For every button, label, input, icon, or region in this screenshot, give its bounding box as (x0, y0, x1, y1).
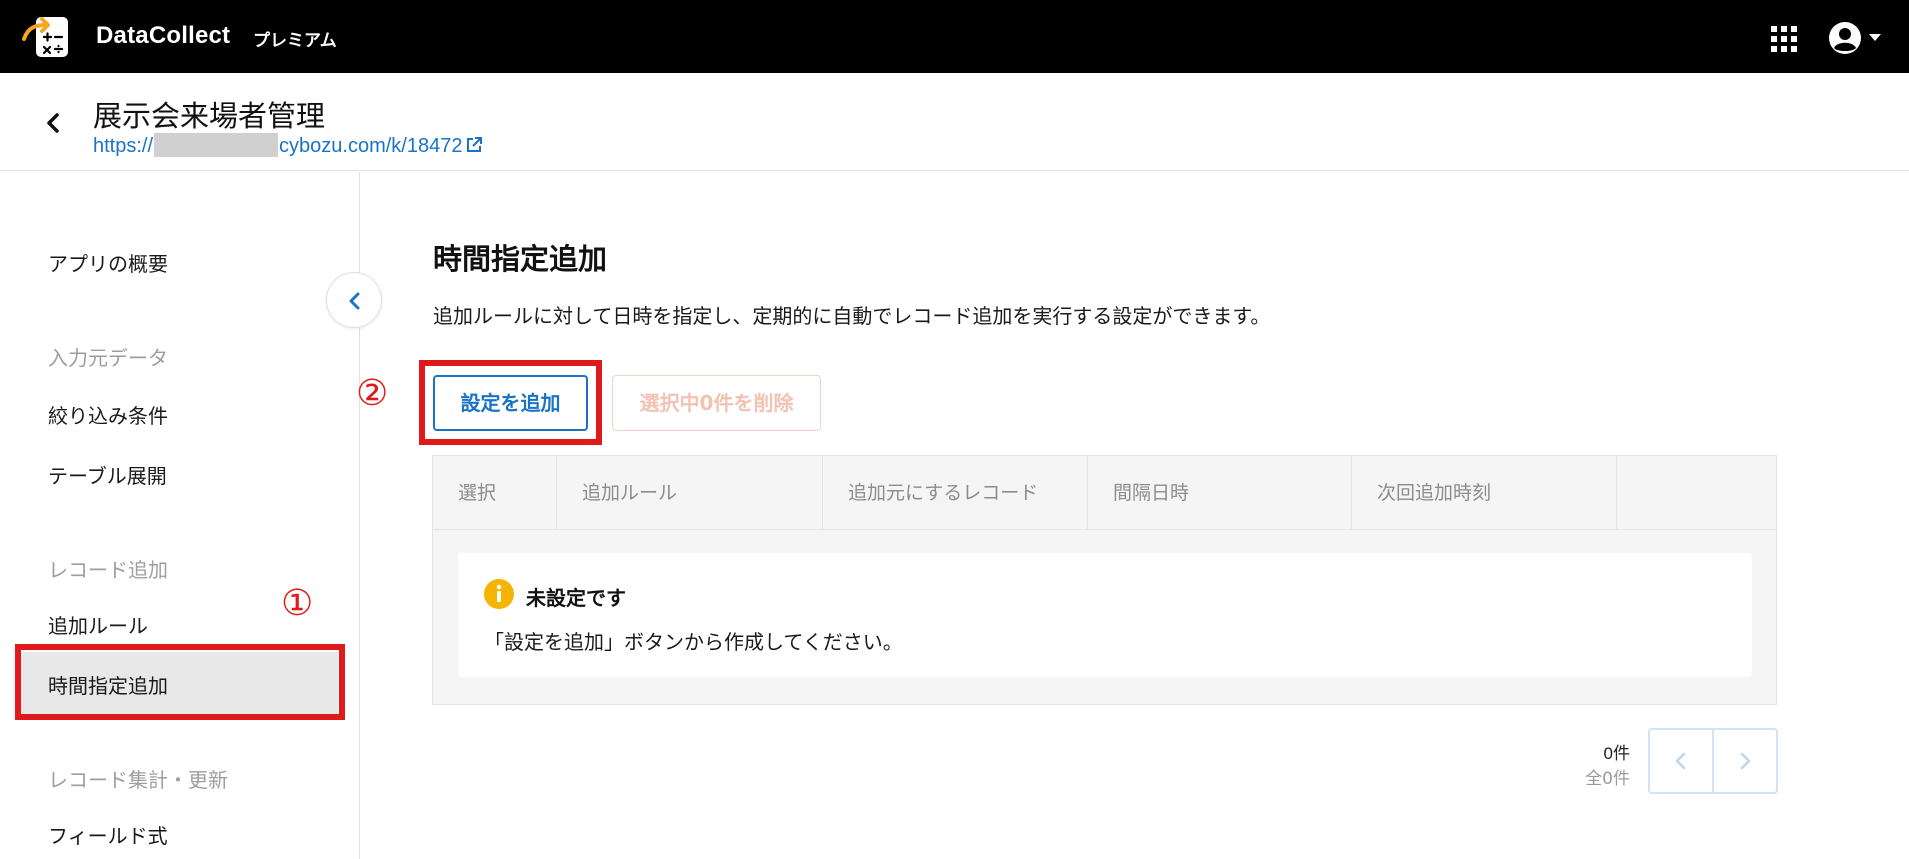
app-header: 展示会来場者管理 https:// cybozu.com/k/18472 (0, 73, 1909, 171)
empty-state: 未設定です 「設定を追加」ボタンから作成してください。 (458, 553, 1752, 677)
chevron-down-icon[interactable] (1868, 33, 1882, 42)
column-header-source-record: 追加元にするレコード (823, 456, 1088, 530)
annotation-marker-1: ① (281, 583, 314, 624)
next-page-button[interactable] (1714, 730, 1776, 792)
table-header: 選択 追加ルール 追加元にするレコード 間隔日時 次回追加時刻 (433, 456, 1776, 530)
prev-page-button[interactable] (1650, 730, 1712, 792)
sidebar-item-filter[interactable]: 絞り込み条件 (48, 400, 168, 429)
top-bar: DataCollect プレミアム (0, 0, 1909, 73)
datacollect-logo[interactable] (22, 15, 70, 59)
back-arrow-icon[interactable] (42, 111, 64, 135)
pagination (1648, 728, 1778, 794)
page-description: 追加ルールに対して日時を指定し、定期的に自動でレコード追加を実行する設定ができま… (433, 304, 1271, 328)
sidebar-item-overview[interactable]: アプリの概要 (48, 248, 168, 277)
info-icon (484, 579, 514, 609)
url-suffix: cybozu.com/k/18472 (279, 135, 463, 157)
sidebar-group-input-data: 入力元データ (48, 346, 168, 370)
delete-selected-button[interactable]: 選択中0件を削除 (612, 375, 821, 431)
add-setting-button[interactable]: 設定を追加 (433, 375, 588, 431)
sidebar-collapse-button[interactable] (326, 272, 382, 328)
sidebar-item-table-expand[interactable]: テーブル展開 (48, 460, 167, 489)
grid-apps-icon[interactable] (1771, 26, 1797, 52)
result-count: 0件 (1603, 744, 1630, 763)
sidebar-item-add-rule[interactable]: 追加ルール (48, 610, 148, 639)
column-header-next-time: 次回追加時刻 (1352, 456, 1617, 530)
user-account-icon[interactable] (1828, 21, 1862, 55)
sidebar: アプリの概要 入力元データ 絞り込み条件 テーブル展開 レコード追加 追加ルール… (0, 172, 360, 859)
redacted-domain (154, 133, 279, 157)
schedule-table: 選択 追加ルール 追加元にするレコード 間隔日時 次回追加時刻 未設定です 「設… (432, 455, 1777, 705)
page-title: 時間指定追加 (433, 242, 608, 276)
annotation-marker-2: ② (356, 373, 389, 414)
column-header-add-rule: 追加ルール (557, 456, 823, 530)
chevron-left-icon (349, 292, 360, 310)
empty-state-message: 「設定を追加」ボタンから作成してください。 (484, 630, 903, 654)
column-header-select: 選択 (433, 456, 557, 530)
sidebar-group-aggregate: レコード集計・更新 (48, 768, 228, 792)
annotation-box-1 (15, 644, 345, 720)
chevron-right-icon (1740, 752, 1751, 770)
sidebar-group-record-add: レコード追加 (48, 558, 168, 582)
app-url-link[interactable]: https:// cybozu.com/k/18472 (93, 133, 483, 158)
url-prefix: https:// (93, 135, 154, 157)
plan-label: プレミアム (253, 31, 337, 51)
result-total: 全0件 (1585, 769, 1630, 789)
empty-state-title: 未設定です (526, 586, 626, 610)
brand-name: DataCollect (96, 22, 231, 49)
chevron-left-icon (1675, 752, 1686, 770)
column-header-interval: 間隔日時 (1088, 456, 1352, 530)
external-link-icon (467, 137, 483, 152)
sidebar-item-field-formula[interactable]: フィールド式 (48, 820, 168, 849)
column-header-actions (1617, 456, 1776, 530)
app-title: 展示会来場者管理 (93, 99, 326, 133)
